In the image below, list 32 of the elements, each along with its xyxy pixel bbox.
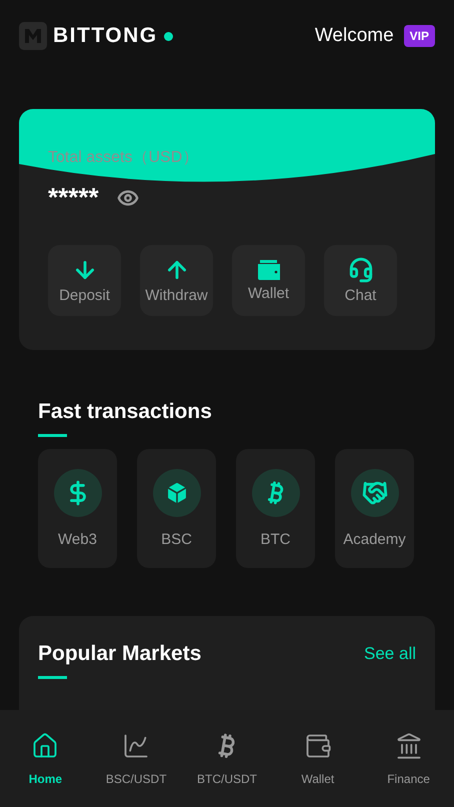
handshake-icon (362, 480, 388, 506)
title-underline (38, 676, 67, 679)
nav-tab[interactable]: Home (10, 732, 80, 786)
action-button[interactable]: Withdraw (140, 245, 213, 316)
vip-badge: VIP (404, 25, 435, 47)
nav-tab[interactable]: Finance (374, 732, 444, 786)
nav-tab[interactable]: Wallet (282, 732, 353, 786)
shortcut-tile[interactable]: BTC (236, 449, 315, 568)
action-button[interactable]: Chat (324, 245, 397, 316)
total-assets-label: Total assets（USD） (48, 148, 200, 168)
bank-icon (394, 732, 423, 760)
nav-tab[interactable]: BSC/USDT (101, 732, 172, 786)
nav-tab[interactable]: BTC/USDT (192, 732, 262, 786)
section-title: Popular Markets (38, 642, 202, 666)
section-title: Fast transactions (38, 400, 213, 424)
shortcut-tile[interactable]: Academy (335, 449, 414, 568)
welcome-text: Welcome (314, 25, 394, 47)
title-underline (38, 434, 67, 437)
assets-value: ***** (48, 182, 99, 213)
shortcut-tile[interactable]: BSC (137, 449, 216, 568)
see-all-link[interactable]: See all (364, 644, 416, 664)
home-icon (31, 732, 60, 760)
action-button[interactable]: Deposit (48, 245, 121, 316)
wallet-icon (256, 259, 280, 281)
headset-icon (348, 257, 374, 283)
line-chart-icon (122, 732, 150, 760)
status-dot (164, 32, 173, 40)
shortcut-tile[interactable]: Web3 (38, 449, 117, 568)
wallet-icon (304, 732, 332, 760)
logo-icon (19, 22, 47, 50)
action-button[interactable]: Wallet (232, 245, 305, 316)
brand-name: BITTONG (53, 24, 158, 48)
